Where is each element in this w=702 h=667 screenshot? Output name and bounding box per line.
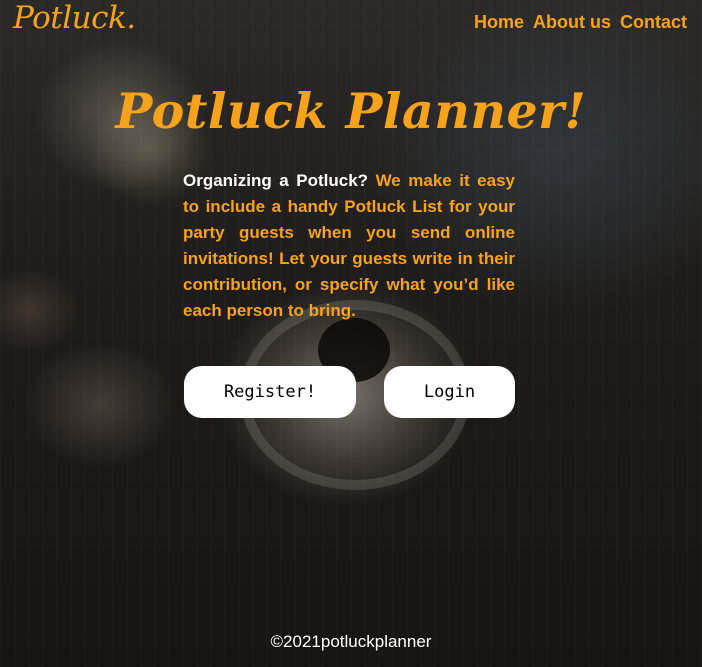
page-title: Potluck Planner! [115, 82, 587, 140]
nav-home-link[interactable]: Home [474, 12, 524, 33]
footer-copyright: ©2021potluckplanner [270, 632, 432, 651]
register-button[interactable]: Register! [184, 366, 356, 418]
nav-about-link[interactable]: About us [533, 12, 611, 33]
intro-lead: Organizing a Potluck? [183, 171, 369, 190]
logo[interactable]: Potluck. [13, 0, 136, 36]
nav-contact-link[interactable]: Contact [620, 12, 687, 33]
intro-body: We make it easy to include a handy Potlu… [183, 171, 515, 320]
top-nav: Home About us Contact [474, 12, 687, 33]
login-button[interactable]: Login [384, 366, 515, 418]
intro-paragraph: Organizing a Potluck? We make it easy to… [183, 168, 515, 324]
